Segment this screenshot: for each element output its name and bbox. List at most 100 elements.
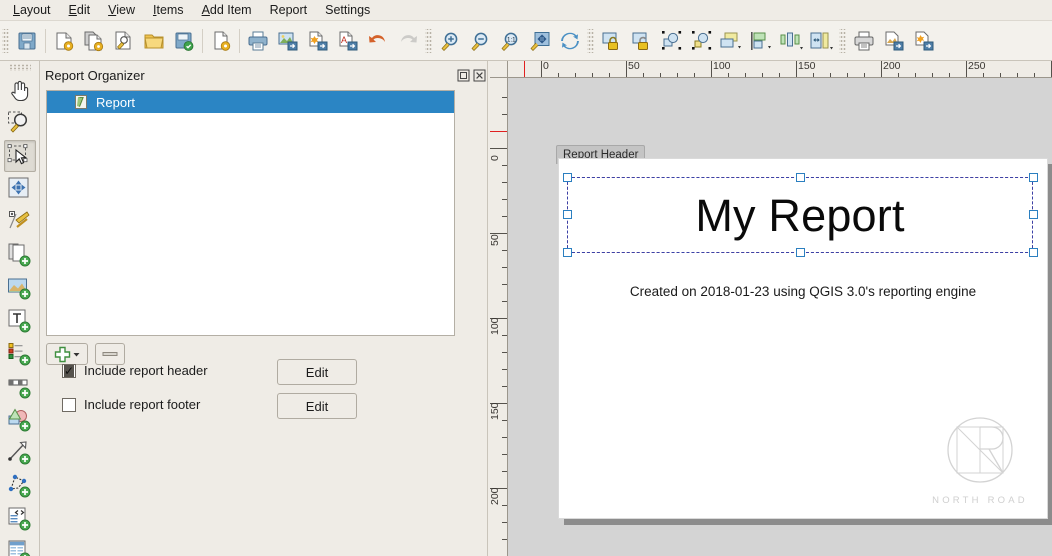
add-page-tool[interactable]	[4, 239, 36, 271]
duplicate-layout-icon[interactable]	[79, 25, 109, 57]
horizontal-ruler: 0 50 100 150 200 250 300	[508, 61, 1052, 78]
add-map-tool[interactable]	[4, 272, 36, 304]
v-ruler-label: 100	[490, 317, 502, 335]
unlock-items-icon[interactable]	[627, 25, 657, 57]
menu-view[interactable]: View	[99, 0, 144, 20]
add-arrow-tool[interactable]	[4, 437, 36, 469]
zoom-full-icon[interactable]	[525, 25, 555, 57]
svg-text:1:1: 1:1	[507, 36, 516, 43]
north-road-logo-icon: NORTH ROAD	[927, 412, 1033, 508]
save-project-icon[interactable]	[12, 25, 42, 57]
export-svg-icon[interactable]	[303, 25, 333, 57]
menu-bar: Layout Edit View Items Add Item Report S…	[0, 0, 1052, 21]
add-html-tool[interactable]	[4, 503, 36, 535]
h-ruler-label: 250	[966, 61, 986, 73]
vertical-ruler: 0 50 100 150 200	[490, 78, 508, 556]
include-report-header-label: Include report header	[84, 363, 208, 378]
lock-items-icon[interactable]	[597, 25, 627, 57]
menu-items[interactable]: Items	[144, 0, 193, 20]
open-template-icon[interactable]	[139, 25, 169, 57]
v-ruler-label: 50	[490, 234, 502, 246]
raise-items-icon[interactable]	[717, 25, 747, 57]
qgis-report-designer-window: Layout Edit View Items Add Item Report S…	[0, 0, 1052, 556]
ungroup-items-icon[interactable]	[687, 25, 717, 57]
title-label-text: My Report	[695, 193, 904, 238]
panel-title-label: Report Organizer	[45, 68, 145, 83]
toolbar-separator	[239, 29, 240, 53]
canvas-body[interactable]: Report Header My Report Created on 2018-…	[508, 78, 1052, 556]
menu-settings[interactable]: Settings	[316, 0, 379, 20]
edit-report-header-button[interactable]: Edit	[277, 359, 357, 385]
report-tree[interactable]: Report	[46, 90, 455, 336]
toolbar-grip[interactable]	[839, 29, 846, 53]
svg-text:A: A	[341, 35, 347, 45]
undo-icon[interactable]	[363, 25, 393, 57]
include-report-header-checkbox[interactable]: ✓	[62, 364, 76, 378]
menu-edit[interactable]: Edit	[60, 0, 100, 20]
report-organizer-panel: Report Organizer	[40, 61, 490, 556]
toolbar-grip[interactable]	[587, 29, 594, 53]
h-ruler-label: 0	[541, 61, 549, 73]
toolbar-grip[interactable]	[2, 29, 9, 53]
refresh-icon[interactable]	[555, 25, 585, 57]
save-template-icon[interactable]	[169, 25, 199, 57]
plus-icon	[54, 346, 71, 363]
add-scalebar-tool[interactable]	[4, 371, 36, 403]
main-toolbar: A	[0, 21, 1052, 61]
menu-report[interactable]: Report	[261, 0, 317, 20]
zoom-tool[interactable]	[4, 107, 36, 139]
tree-item-report[interactable]: Report	[47, 91, 454, 113]
item-tools-toolbar	[0, 61, 40, 556]
panel-title-bar: Report Organizer	[45, 65, 486, 85]
group-items-icon[interactable]	[657, 25, 687, 57]
include-report-footer-row: Include report footer	[62, 397, 200, 412]
toolbar-grip[interactable]	[425, 29, 432, 53]
export-image-icon[interactable]	[273, 25, 303, 57]
print-report-icon[interactable]	[849, 25, 879, 57]
add-table-tool[interactable]	[4, 536, 36, 556]
align-left-icon[interactable]	[747, 25, 777, 57]
export-report-image-icon[interactable]	[879, 25, 909, 57]
remove-section-button[interactable]	[95, 343, 125, 365]
new-layout-icon[interactable]	[49, 25, 79, 57]
close-icon[interactable]	[473, 69, 486, 82]
zoom-actual-icon[interactable]: 1:1	[495, 25, 525, 57]
v-ruler-label: 150	[490, 402, 502, 420]
lefttools-grip[interactable]	[9, 64, 31, 71]
edit-report-footer-button[interactable]: Edit	[277, 393, 357, 419]
zoom-out-icon[interactable]	[465, 25, 495, 57]
add-label-tool[interactable]	[4, 305, 36, 337]
new-report-icon[interactable]	[206, 25, 236, 57]
report-icon	[73, 94, 89, 110]
pan-tool[interactable]	[4, 74, 36, 106]
v-ruler-label: 200	[490, 487, 502, 505]
float-icon[interactable]	[457, 69, 470, 82]
toolbar-separator	[202, 29, 203, 53]
redo-icon[interactable]	[393, 25, 423, 57]
menu-add-item[interactable]: Add Item	[193, 0, 261, 20]
v-ruler-label: 0	[490, 155, 502, 161]
logo-name-label: NORTH ROAD	[927, 495, 1033, 506]
add-section-button[interactable]	[46, 343, 88, 365]
minus-icon	[102, 350, 118, 358]
export-report-svg-icon[interactable]	[909, 25, 939, 57]
chevron-down-icon	[73, 351, 80, 358]
print-icon[interactable]	[243, 25, 273, 57]
export-pdf-icon[interactable]: A	[333, 25, 363, 57]
add-legend-tool[interactable]	[4, 338, 36, 370]
add-node-item-tool[interactable]	[4, 470, 36, 502]
zoom-in-icon[interactable]	[435, 25, 465, 57]
distribute-icon[interactable]	[777, 25, 807, 57]
subtitle-label-item[interactable]: Created on 2018-01-23 using QGIS 3.0's r…	[559, 284, 1047, 299]
report-page[interactable]: My Report Created on 2018-01-23 using QG…	[558, 158, 1048, 519]
resize-icon[interactable]	[807, 25, 837, 57]
add-shape-tool[interactable]	[4, 404, 36, 436]
select-move-item-tool[interactable]	[4, 140, 36, 172]
edit-nodes-tool[interactable]	[4, 206, 36, 238]
title-label-item[interactable]: My Report	[567, 177, 1033, 253]
menu-layout[interactable]: Layout	[4, 0, 60, 20]
h-ruler-label: 50	[626, 61, 640, 73]
move-content-tool[interactable]	[4, 173, 36, 205]
layout-manager-icon[interactable]	[109, 25, 139, 57]
include-report-footer-checkbox[interactable]	[62, 398, 76, 412]
